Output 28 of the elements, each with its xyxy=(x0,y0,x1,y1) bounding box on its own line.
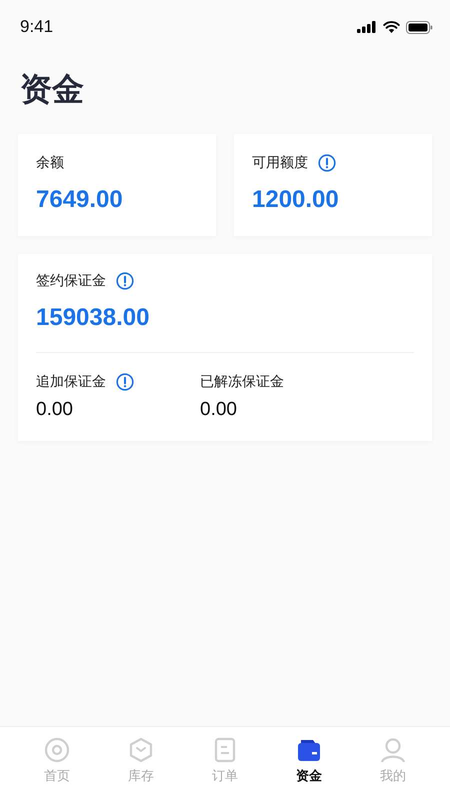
box-icon xyxy=(128,737,154,763)
document-icon xyxy=(212,737,238,763)
tab[interactable]: 首页 xyxy=(15,727,99,800)
deposit-label: 已解冻保证金 xyxy=(200,373,284,391)
deposit-value: 0.00 xyxy=(36,399,73,421)
deposit-value: 0.00 xyxy=(200,399,237,421)
amount-value: 1200.00 xyxy=(252,186,339,214)
tab[interactable]: 订单 xyxy=(183,727,267,800)
signal-icon xyxy=(357,21,377,33)
amount-value: 159038.00 xyxy=(36,304,150,332)
tab[interactable]: 我的 xyxy=(351,727,435,800)
battery-icon xyxy=(406,20,433,34)
tab[interactable]: 资金 xyxy=(267,727,351,800)
tab[interactable]: 库存 xyxy=(99,727,183,800)
amount-value: 7649.00 xyxy=(36,186,123,214)
info-icon[interactable] xyxy=(116,373,134,391)
info-icon[interactable] xyxy=(116,272,134,290)
card-label: 可用额度 xyxy=(252,154,308,172)
user-icon xyxy=(380,737,406,763)
page-title: 资金 xyxy=(20,69,85,110)
card-label: 签约保证金 xyxy=(36,272,106,290)
card-label: 余额 xyxy=(36,154,64,172)
wallet-icon xyxy=(296,737,322,763)
deposit-label: 追加保证金 xyxy=(36,373,106,391)
target-icon xyxy=(44,737,70,763)
status-time: 9:41 xyxy=(20,17,54,37)
info-icon[interactable] xyxy=(318,154,336,172)
wifi-icon xyxy=(383,21,400,33)
